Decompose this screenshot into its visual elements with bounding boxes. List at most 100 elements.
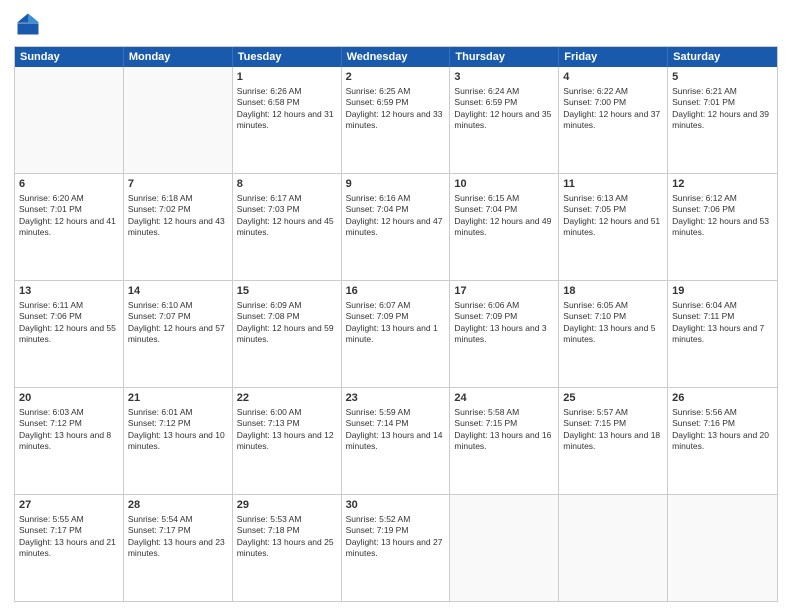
day-info: Sunrise: 6:06 AM Sunset: 7:09 PM Dayligh… [454,300,554,346]
day-number: 11 [563,177,663,192]
day-number: 20 [19,391,119,406]
weekday-header-thursday: Thursday [450,47,559,67]
day-number: 10 [454,177,554,192]
day-number: 28 [128,498,228,513]
day-info: Sunrise: 6:10 AM Sunset: 7:07 PM Dayligh… [128,300,228,346]
calendar-row-1: 6Sunrise: 6:20 AM Sunset: 7:01 PM Daylig… [15,173,777,280]
day-info: Sunrise: 6:11 AM Sunset: 7:06 PM Dayligh… [19,300,119,346]
day-number: 8 [237,177,337,192]
calendar-cell [450,495,559,601]
calendar-cell: 5Sunrise: 6:21 AM Sunset: 7:01 PM Daylig… [668,67,777,173]
calendar-cell: 11Sunrise: 6:13 AM Sunset: 7:05 PM Dayli… [559,174,668,280]
calendar-cell: 17Sunrise: 6:06 AM Sunset: 7:09 PM Dayli… [450,281,559,387]
calendar-cell: 16Sunrise: 6:07 AM Sunset: 7:09 PM Dayli… [342,281,451,387]
calendar-cell: 27Sunrise: 5:55 AM Sunset: 7:17 PM Dayli… [15,495,124,601]
day-info: Sunrise: 6:21 AM Sunset: 7:01 PM Dayligh… [672,86,773,132]
day-number: 30 [346,498,446,513]
calendar-cell: 12Sunrise: 6:12 AM Sunset: 7:06 PM Dayli… [668,174,777,280]
day-info: Sunrise: 6:26 AM Sunset: 6:58 PM Dayligh… [237,86,337,132]
day-number: 5 [672,70,773,85]
calendar-cell: 2Sunrise: 6:25 AM Sunset: 6:59 PM Daylig… [342,67,451,173]
day-info: Sunrise: 6:18 AM Sunset: 7:02 PM Dayligh… [128,193,228,239]
weekday-header-sunday: Sunday [15,47,124,67]
calendar-cell [668,495,777,601]
day-number: 19 [672,284,773,299]
calendar-cell: 15Sunrise: 6:09 AM Sunset: 7:08 PM Dayli… [233,281,342,387]
calendar-row-0: 1Sunrise: 6:26 AM Sunset: 6:58 PM Daylig… [15,67,777,173]
day-info: Sunrise: 5:54 AM Sunset: 7:17 PM Dayligh… [128,514,228,560]
day-number: 4 [563,70,663,85]
day-number: 26 [672,391,773,406]
calendar: SundayMondayTuesdayWednesdayThursdayFrid… [14,46,778,602]
day-number: 23 [346,391,446,406]
day-info: Sunrise: 6:03 AM Sunset: 7:12 PM Dayligh… [19,407,119,453]
calendar-cell [124,67,233,173]
calendar-header: SundayMondayTuesdayWednesdayThursdayFrid… [15,47,777,67]
day-info: Sunrise: 5:52 AM Sunset: 7:19 PM Dayligh… [346,514,446,560]
day-number: 12 [672,177,773,192]
day-info: Sunrise: 6:13 AM Sunset: 7:05 PM Dayligh… [563,193,663,239]
calendar-cell: 8Sunrise: 6:17 AM Sunset: 7:03 PM Daylig… [233,174,342,280]
day-info: Sunrise: 6:20 AM Sunset: 7:01 PM Dayligh… [19,193,119,239]
day-info: Sunrise: 6:17 AM Sunset: 7:03 PM Dayligh… [237,193,337,239]
day-number: 13 [19,284,119,299]
calendar-cell: 23Sunrise: 5:59 AM Sunset: 7:14 PM Dayli… [342,388,451,494]
day-number: 29 [237,498,337,513]
calendar-cell [559,495,668,601]
page: SundayMondayTuesdayWednesdayThursdayFrid… [0,0,792,612]
day-number: 2 [346,70,446,85]
calendar-cell: 13Sunrise: 6:11 AM Sunset: 7:06 PM Dayli… [15,281,124,387]
day-number: 18 [563,284,663,299]
day-info: Sunrise: 6:00 AM Sunset: 7:13 PM Dayligh… [237,407,337,453]
weekday-header-wednesday: Wednesday [342,47,451,67]
calendar-cell: 26Sunrise: 5:56 AM Sunset: 7:16 PM Dayli… [668,388,777,494]
day-info: Sunrise: 5:55 AM Sunset: 7:17 PM Dayligh… [19,514,119,560]
calendar-cell: 19Sunrise: 6:04 AM Sunset: 7:11 PM Dayli… [668,281,777,387]
day-info: Sunrise: 6:16 AM Sunset: 7:04 PM Dayligh… [346,193,446,239]
day-info: Sunrise: 6:25 AM Sunset: 6:59 PM Dayligh… [346,86,446,132]
calendar-cell: 4Sunrise: 6:22 AM Sunset: 7:00 PM Daylig… [559,67,668,173]
calendar-cell: 14Sunrise: 6:10 AM Sunset: 7:07 PM Dayli… [124,281,233,387]
day-number: 15 [237,284,337,299]
day-info: Sunrise: 6:22 AM Sunset: 7:00 PM Dayligh… [563,86,663,132]
day-number: 7 [128,177,228,192]
calendar-cell: 9Sunrise: 6:16 AM Sunset: 7:04 PM Daylig… [342,174,451,280]
calendar-cell: 7Sunrise: 6:18 AM Sunset: 7:02 PM Daylig… [124,174,233,280]
day-number: 14 [128,284,228,299]
weekday-header-monday: Monday [124,47,233,67]
day-info: Sunrise: 6:15 AM Sunset: 7:04 PM Dayligh… [454,193,554,239]
logo-icon [14,10,42,38]
weekday-header-tuesday: Tuesday [233,47,342,67]
day-info: Sunrise: 6:01 AM Sunset: 7:12 PM Dayligh… [128,407,228,453]
calendar-cell [15,67,124,173]
calendar-cell: 10Sunrise: 6:15 AM Sunset: 7:04 PM Dayli… [450,174,559,280]
calendar-cell: 6Sunrise: 6:20 AM Sunset: 7:01 PM Daylig… [15,174,124,280]
day-info: Sunrise: 6:12 AM Sunset: 7:06 PM Dayligh… [672,193,773,239]
day-info: Sunrise: 5:58 AM Sunset: 7:15 PM Dayligh… [454,407,554,453]
day-number: 16 [346,284,446,299]
calendar-cell: 24Sunrise: 5:58 AM Sunset: 7:15 PM Dayli… [450,388,559,494]
calendar-cell: 22Sunrise: 6:00 AM Sunset: 7:13 PM Dayli… [233,388,342,494]
day-info: Sunrise: 5:59 AM Sunset: 7:14 PM Dayligh… [346,407,446,453]
day-info: Sunrise: 6:05 AM Sunset: 7:10 PM Dayligh… [563,300,663,346]
calendar-row-3: 20Sunrise: 6:03 AM Sunset: 7:12 PM Dayli… [15,387,777,494]
logo [14,10,46,38]
day-number: 3 [454,70,554,85]
calendar-cell: 1Sunrise: 6:26 AM Sunset: 6:58 PM Daylig… [233,67,342,173]
day-number: 9 [346,177,446,192]
calendar-row-4: 27Sunrise: 5:55 AM Sunset: 7:17 PM Dayli… [15,494,777,601]
calendar-cell: 18Sunrise: 6:05 AM Sunset: 7:10 PM Dayli… [559,281,668,387]
calendar-cell: 29Sunrise: 5:53 AM Sunset: 7:18 PM Dayli… [233,495,342,601]
day-number: 6 [19,177,119,192]
day-info: Sunrise: 5:53 AM Sunset: 7:18 PM Dayligh… [237,514,337,560]
day-info: Sunrise: 6:07 AM Sunset: 7:09 PM Dayligh… [346,300,446,346]
day-info: Sunrise: 6:09 AM Sunset: 7:08 PM Dayligh… [237,300,337,346]
day-number: 25 [563,391,663,406]
day-number: 27 [19,498,119,513]
calendar-cell: 28Sunrise: 5:54 AM Sunset: 7:17 PM Dayli… [124,495,233,601]
calendar-cell: 25Sunrise: 5:57 AM Sunset: 7:15 PM Dayli… [559,388,668,494]
weekday-header-saturday: Saturday [668,47,777,67]
day-info: Sunrise: 6:24 AM Sunset: 6:59 PM Dayligh… [454,86,554,132]
calendar-row-2: 13Sunrise: 6:11 AM Sunset: 7:06 PM Dayli… [15,280,777,387]
calendar-cell: 21Sunrise: 6:01 AM Sunset: 7:12 PM Dayli… [124,388,233,494]
